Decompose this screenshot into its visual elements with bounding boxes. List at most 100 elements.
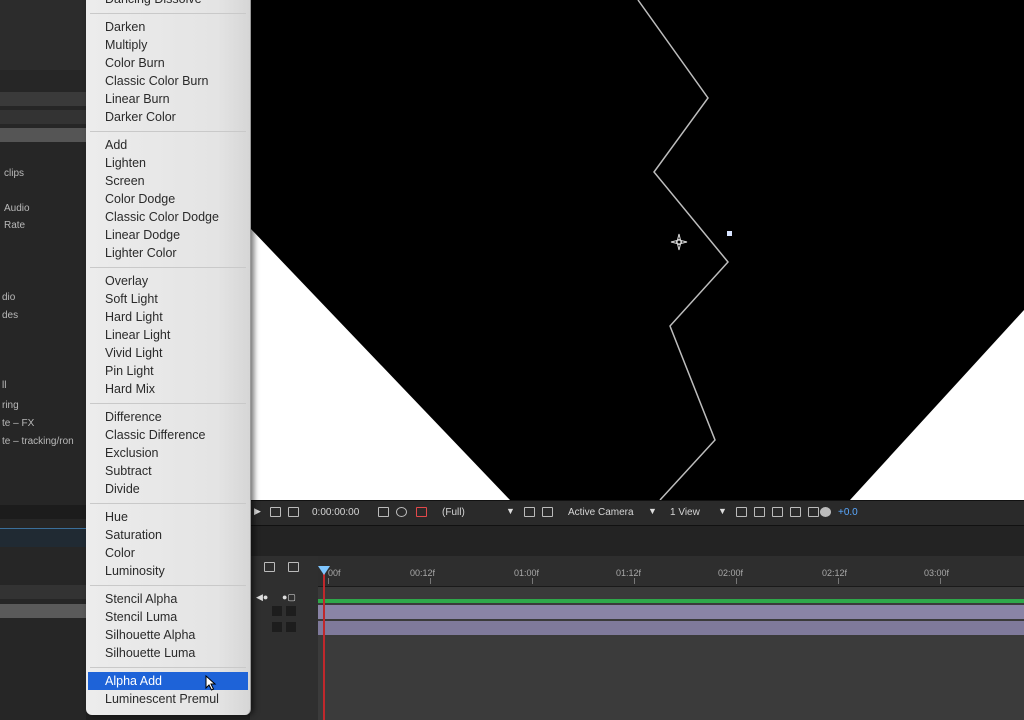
panel-row-selected[interactable] [0,128,86,142]
chevron-right-icon[interactable]: ▶ [254,506,261,517]
resolution-select[interactable]: (Full) [442,506,465,520]
list-item[interactable]: te – FX [2,418,34,430]
mask-icon[interactable] [288,507,299,517]
list-item[interactable]: te – tracking/ron [2,436,74,448]
layer-switch[interactable] [272,622,282,632]
eye-icon[interactable]: ◀● [256,592,268,603]
menu-item-color-burn[interactable]: Color Burn [86,54,250,72]
menu-item-dancing-dissolve[interactable]: Dancing Dissolve [86,0,250,8]
chevron-down-icon[interactable]: ▼ [506,506,515,516]
menu-item-subtract[interactable]: Subtract [86,462,250,480]
ruler-label: 03:00f [924,568,950,578]
timeline-panel: ◀● ●▢ 00f 00:12f 01:00f 01:12f 02:00f 02… [250,556,1024,720]
menu-item-add[interactable]: Add [86,136,250,154]
transparency-grid-icon[interactable] [542,507,553,517]
chevron-down-icon[interactable]: ▼ [648,506,657,516]
region-of-interest-icon[interactable] [524,507,535,517]
menu-item-linear-burn[interactable]: Linear Burn [86,90,250,108]
list-item[interactable]: dio [2,292,15,304]
menu-item-vivid-light[interactable]: Vivid Light [86,344,250,362]
menu-item-linear-light[interactable]: Linear Light [86,326,250,344]
panel-row [0,585,86,599]
menu-item-darken[interactable]: Darken [86,18,250,36]
viewer-toolbar: ▶ 0:00:00:00 (Full) ▼ Active Camera ▼ 1 … [250,500,1024,526]
layer-switch[interactable] [272,606,282,616]
menu-item-exclusion[interactable]: Exclusion [86,444,250,462]
ruler-tick [838,578,839,584]
layer-switch[interactable] [286,606,296,616]
menu-item-silhouette-alpha[interactable]: Silhouette Alpha [86,626,250,644]
layer-tracks [318,587,1024,720]
camera-icon[interactable] [378,507,389,517]
menu-item-saturation[interactable]: Saturation [86,526,250,544]
color-wheel-icon[interactable] [396,507,407,517]
menu-item-classic-color-dodge[interactable]: Classic Color Dodge [86,208,250,226]
pixel-aspect-icon[interactable] [736,507,747,517]
list-item[interactable]: ring [2,400,19,412]
ruler-label: 01:12f [616,568,642,578]
timeline-icon[interactable] [772,507,783,517]
menu-item-color-dodge[interactable]: Color Dodge [86,190,250,208]
menu-item-luminosity[interactable]: Luminosity [86,562,250,580]
menu-item-hue[interactable]: Hue [86,508,250,526]
menu-item-lighten[interactable]: Lighten [86,154,250,172]
panel-footer-bar [0,505,86,519]
list-item[interactable]: ll [2,380,6,392]
ruler-label: 02:00f [718,568,744,578]
menu-item-soft-light[interactable]: Soft Light [86,290,250,308]
list-item[interactable]: clips [4,168,24,180]
ruler-tick [940,578,941,584]
solo-icon[interactable] [264,562,275,572]
path-vertex-handle[interactable] [727,231,732,236]
list-item[interactable]: des [2,310,18,322]
fast-preview-icon[interactable] [754,507,765,517]
menu-item-lighter-color[interactable]: Lighter Color [86,244,250,262]
3d-renderer-icon[interactable] [808,507,819,517]
menu-item-multiply[interactable]: Multiply [86,36,250,54]
menu-item-classic-difference[interactable]: Classic Difference [86,426,250,444]
list-item[interactable]: Rate [4,220,25,232]
menu-item-difference[interactable]: Difference [86,408,250,426]
menu-item-classic-color-burn[interactable]: Classic Color Burn [86,72,250,90]
menu-item-color[interactable]: Color [86,544,250,562]
menu-item-hard-mix[interactable]: Hard Mix [86,380,250,398]
lock-icon[interactable]: ●▢ [282,592,296,603]
menu-item-stencil-alpha[interactable]: Stencil Alpha [86,590,250,608]
ruler-tick [430,578,431,584]
camera-view-select[interactable]: Active Camera [568,506,634,520]
flowchart-icon[interactable] [790,507,801,517]
menu-item-luminescent-premul[interactable]: Luminescent Premul [86,690,250,708]
layer-bar[interactable] [318,621,1024,635]
menu-item-screen[interactable]: Screen [86,172,250,190]
menu-separator [90,131,246,133]
menu-item-alpha-add[interactable]: Alpha Add [88,672,248,691]
list-item[interactable]: Audio [4,203,30,215]
playhead[interactable] [323,570,325,720]
snapshot-icon[interactable] [270,507,281,517]
exposure-value[interactable]: +0.0 [838,506,858,520]
channel-icon[interactable] [416,507,427,517]
menu-item-hard-light[interactable]: Hard Light [86,308,250,326]
chevron-down-icon[interactable]: ▼ [718,506,727,516]
menu-item-divide[interactable]: Divide [86,480,250,498]
menu-item-stencil-luma[interactable]: Stencil Luma [86,608,250,626]
current-time-indicator[interactable] [318,566,330,575]
exposure-reset-icon[interactable] [820,507,831,517]
work-area-bar[interactable] [318,599,1024,603]
menu-item-darker-color[interactable]: Darker Color [86,108,250,126]
ruler-tick [736,578,737,584]
menu-item-linear-dodge[interactable]: Linear Dodge [86,226,250,244]
menu-item-silhouette-luma[interactable]: Silhouette Luma [86,644,250,662]
graph-editor-icon[interactable] [288,562,299,572]
blend-mode-menu[interactable]: Dancing Dissolve DarkenMultiplyColor Burn… [86,0,251,715]
timecode-display[interactable]: 0:00:00:00 [312,506,359,520]
anchor-point-icon[interactable] [669,232,689,252]
time-ruler[interactable]: 00f 00:12f 01:00f 01:12f 02:00f 02:12f 0… [318,556,1024,587]
composition-canvas [250,0,1024,500]
composition-viewer[interactable] [250,0,1024,500]
menu-item-overlay[interactable]: Overlay [86,272,250,290]
view-layout-select[interactable]: 1 View [670,506,700,520]
layer-switch[interactable] [286,622,296,632]
layer-bar[interactable] [318,605,1024,619]
menu-item-pin-light[interactable]: Pin Light [86,362,250,380]
